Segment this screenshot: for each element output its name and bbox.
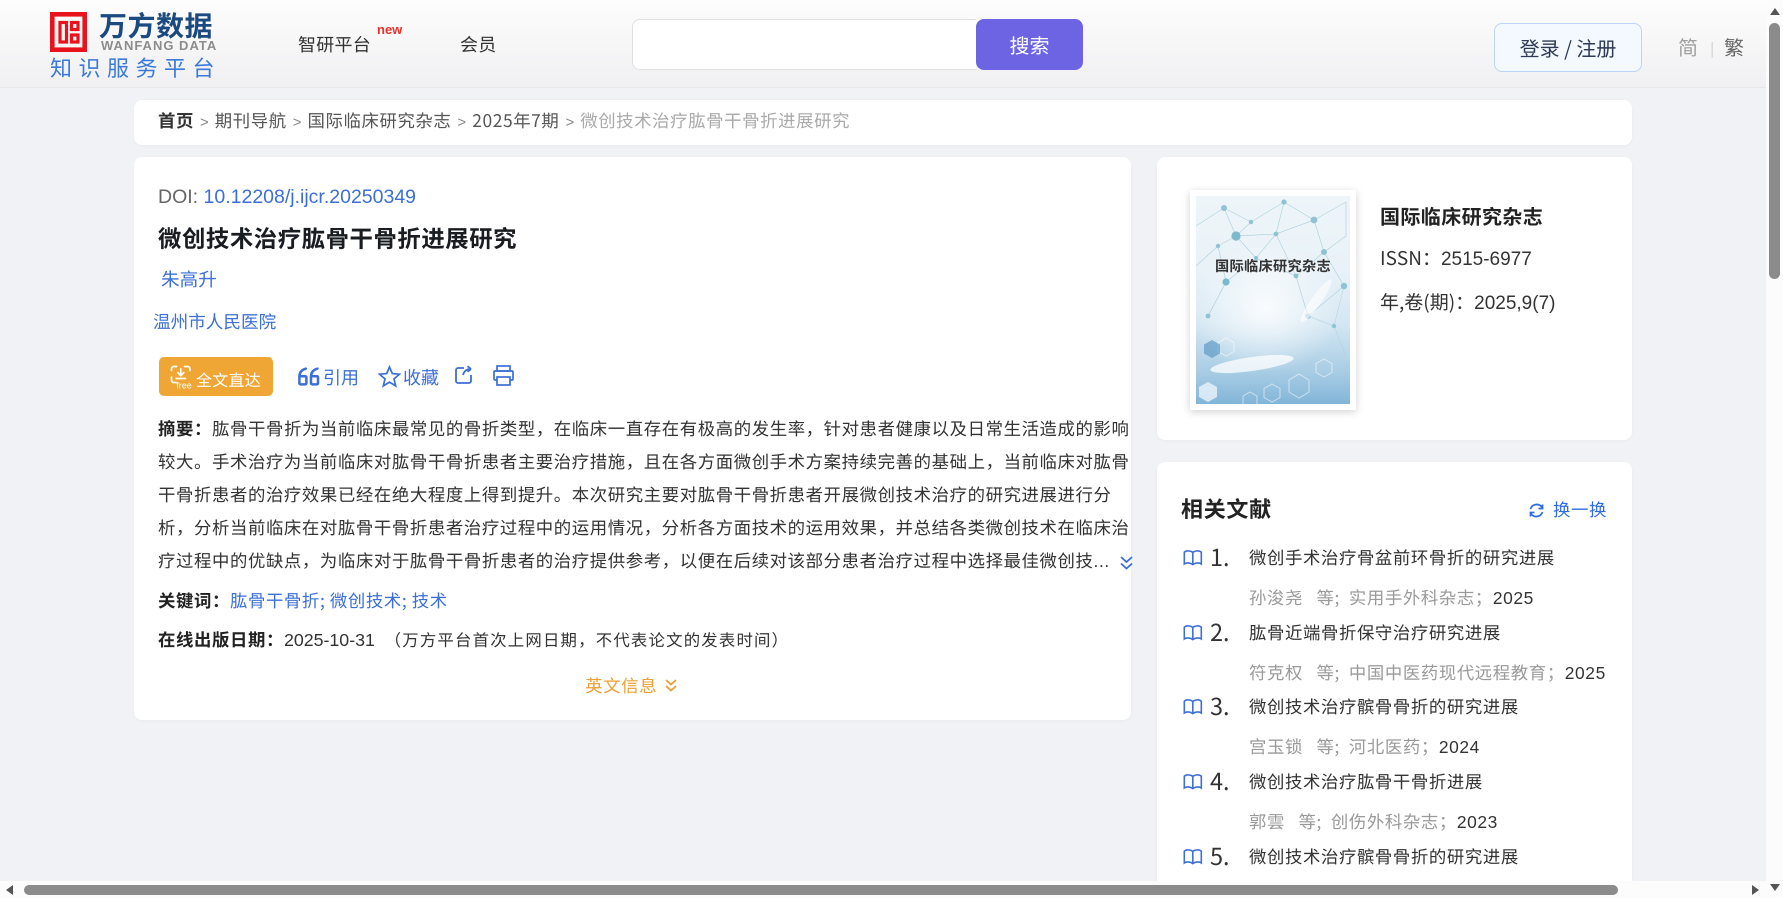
svg-text:free: free (176, 381, 192, 391)
svg-text:国际临床研究杂志: 国际临床研究杂志 (1215, 256, 1331, 276)
